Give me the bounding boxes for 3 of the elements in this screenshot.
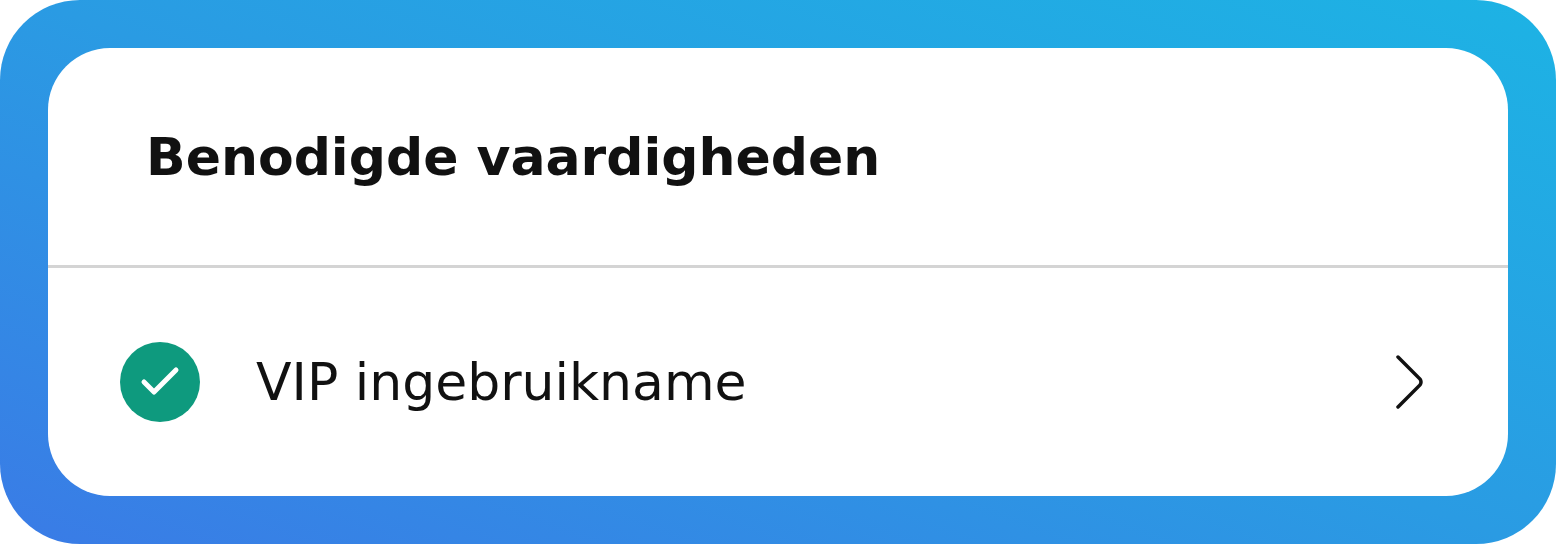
card-title: Benodigde vaardigheden (146, 126, 881, 187)
chevron-right-icon[interactable] (1394, 354, 1424, 410)
skill-label: VIP ingebruikname (256, 352, 748, 412)
